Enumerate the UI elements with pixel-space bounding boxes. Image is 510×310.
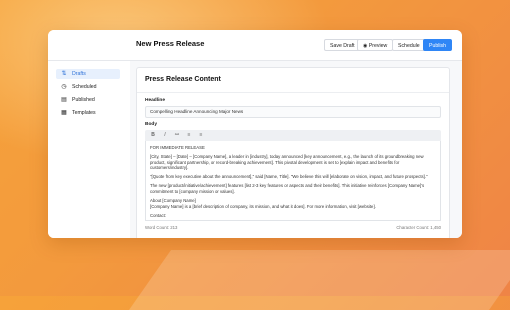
card-title: Press Release Content — [145, 76, 221, 83]
bold-button[interactable]: B — [149, 132, 157, 138]
headline-input[interactable]: Compelling Headline Announcing Major New… — [145, 106, 441, 118]
clock-icon: ◷ — [61, 84, 67, 90]
preview-button[interactable]: ◉ Preview — [357, 39, 394, 51]
eye-icon: ◉ — [363, 43, 368, 49]
top-bar: New Press Release Save Draft ◉ Preview S… — [48, 30, 462, 61]
schedule-button[interactable]: Schedule — [392, 39, 426, 51]
sidebar-item-label: Published — [72, 97, 95, 103]
body-editor[interactable]: FOR IMMEDIATE RELEASE [City, State] – [D… — [145, 141, 441, 221]
sidebar-item-scheduled[interactable]: ◷ Scheduled — [56, 82, 120, 92]
sidebar: ⇅ Drafts ◷ Scheduled ▤ Published ▦ Templ… — [48, 61, 128, 238]
sidebar-item-drafts[interactable]: ⇅ Drafts — [56, 69, 120, 79]
sidebar-item-templates[interactable]: ▦ Templates — [56, 108, 120, 118]
word-count: Word Count: 213 — [145, 225, 178, 230]
drafts-icon: ⇅ — [61, 71, 67, 77]
grid-icon: ▦ — [61, 110, 67, 116]
editor-footer: Word Count: 213 Character Count: 1,450 — [145, 223, 441, 233]
character-count: Character Count: 1,450 — [396, 225, 441, 230]
sidebar-item-label: Drafts — [72, 71, 86, 77]
page-title: New Press Release — [136, 39, 205, 48]
main-content: Press Release Content Headline Compellin… — [130, 61, 462, 238]
link-icon[interactable]: ⚯ — [173, 132, 181, 138]
background-shape — [128, 250, 510, 310]
sidebar-item-label: Scheduled — [72, 84, 97, 90]
numbered-list-icon[interactable]: ≡ — [197, 132, 205, 138]
app-window: New Press Release Save Draft ◉ Preview S… — [48, 30, 462, 238]
body-paragraph: "[Quote from key executive about the ann… — [150, 174, 428, 180]
divider — [137, 92, 449, 93]
italic-button[interactable]: I — [161, 132, 169, 138]
publish-button[interactable]: Publish — [423, 39, 453, 51]
body-paragraph: About [Company Name] [Company Name] is a… — [150, 198, 376, 209]
body-label: Body — [145, 122, 157, 127]
headline-label: Headline — [145, 98, 165, 103]
content-card: Press Release Content Headline Compellin… — [136, 67, 450, 238]
save-draft-button[interactable]: Save Draft — [324, 39, 361, 51]
body-paragraph: [City, State] – [Date] – [Company Name],… — [150, 154, 424, 171]
body-paragraph: FOR IMMEDIATE RELEASE — [150, 145, 205, 150]
sidebar-item-label: Templates — [72, 110, 96, 116]
body-paragraph: The new [product/initiative/achievement]… — [150, 183, 425, 195]
bullet-list-icon[interactable]: ≡ — [185, 132, 193, 138]
body-paragraph: Contact: — [150, 212, 167, 218]
preview-label: Preview — [368, 43, 388, 49]
calendar-icon: ▤ — [61, 97, 67, 103]
editor-toolbar: B I ⚯ ≡ ≡ — [145, 130, 441, 141]
sidebar-item-published[interactable]: ▤ Published — [56, 95, 120, 105]
